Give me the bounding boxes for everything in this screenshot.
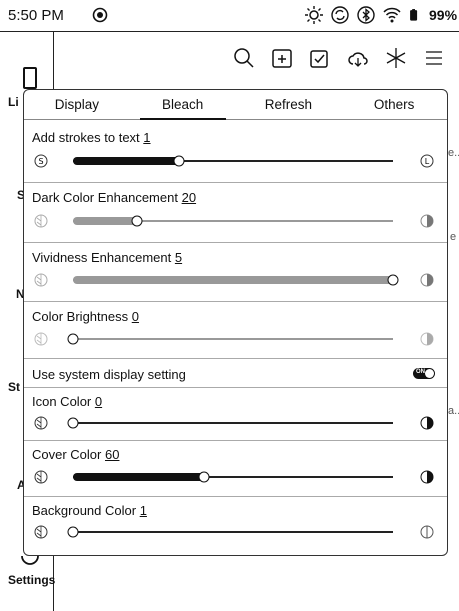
icon-color-high-icon: [420, 416, 434, 430]
vividness-slider-thumb[interactable]: [387, 274, 399, 286]
brightness-high-icon: [420, 332, 434, 346]
cover-color-row: Cover Color 60: [24, 441, 447, 497]
vividness-low-icon: [34, 273, 48, 287]
status-time: 5:50 PM: [8, 7, 64, 24]
background-color-label-text: Background Color: [32, 503, 137, 518]
icon-color-low-icon: [34, 416, 48, 430]
stroke-value: 1: [143, 130, 151, 145]
icon-color-label: Icon Color 0: [32, 394, 102, 409]
stroke-slider-thumb[interactable]: [173, 155, 185, 167]
cover-color-low-icon: [34, 470, 48, 484]
contrast-low-icon: [34, 214, 48, 228]
small-stroke-icon: S: [34, 154, 48, 168]
contrast-high-icon: [420, 214, 434, 228]
stroke-slider[interactable]: [73, 155, 393, 167]
bluetooth-icon[interactable]: [356, 5, 376, 25]
content-fragment-2: e: [450, 231, 457, 243]
vividness-label: Vividness Enhancement 5: [32, 250, 182, 265]
icon-color-value: 0: [94, 394, 103, 409]
content-fragment-3: a...: [448, 405, 459, 417]
tab-display[interactable]: Display: [24, 90, 130, 119]
stroke-label-text: Add strokes to text: [32, 130, 140, 145]
search-icon[interactable]: [233, 47, 255, 69]
background-color-row: Background Color 1: [24, 497, 447, 554]
battery-percent: 99%: [429, 7, 458, 23]
cloud-icon[interactable]: [347, 47, 369, 69]
stroke-slider-fill: [73, 157, 179, 165]
system-display-label: Use system display setting: [32, 367, 186, 382]
system-display-row: Use system display setting ON: [24, 359, 447, 388]
background-color-low-icon: [34, 525, 48, 539]
vividness-slider-fill: [73, 276, 393, 284]
dark-color-row: Dark Color Enhancement 20: [24, 183, 447, 243]
sync-icon[interactable]: [330, 5, 350, 25]
status-bar: 5:50 PM 99%: [0, 0, 459, 32]
icon-color-row: Icon Color 0: [24, 388, 447, 441]
display-settings-panel: Display Bleach Refresh Others Add stroke…: [23, 89, 448, 556]
icon-color-label-text: Icon Color: [32, 394, 92, 409]
brightness-low-icon: [34, 332, 48, 346]
large-stroke-letter: L: [425, 157, 430, 166]
vividness-value: 5: [174, 250, 183, 265]
vividness-row: Vividness Enhancement 5: [24, 243, 447, 302]
system-display-toggle[interactable]: ON: [413, 368, 435, 379]
background-color-high-icon: [420, 525, 434, 539]
tab-refresh[interactable]: Refresh: [236, 90, 342, 119]
cover-color-label: Cover Color 60: [32, 447, 119, 462]
background-color-label: Background Color 1: [32, 503, 147, 518]
cover-color-high-icon: [420, 470, 434, 484]
list-icon[interactable]: [423, 47, 445, 69]
dark-color-slider-fill: [73, 217, 137, 225]
brightness-row: Color Brightness 0: [24, 302, 447, 359]
background-color-slider[interactable]: [67, 526, 393, 538]
wifi-icon[interactable]: [382, 5, 402, 25]
icon-color-slider-thumb[interactable]: [67, 417, 79, 429]
background-color-slider-thumb[interactable]: [67, 526, 79, 538]
vividness-high-icon: [420, 273, 434, 287]
library-icon[interactable]: [23, 67, 37, 89]
brightness-slider[interactable]: [67, 333, 393, 345]
vividness-label-text: Vividness Enhancement: [32, 250, 172, 265]
icon-color-slider[interactable]: [67, 417, 393, 429]
toggle-knob: [425, 369, 434, 378]
tab-others[interactable]: Others: [341, 90, 447, 119]
dark-color-value: 20: [181, 190, 197, 205]
brightness-label-text: Color Brightness: [32, 309, 129, 324]
cover-color-label-text: Cover Color: [32, 447, 102, 462]
stroke-setting-row: Add strokes to text 1 S L: [24, 120, 447, 183]
content-fragment-1: e...: [448, 147, 459, 159]
dark-color-slider[interactable]: [73, 215, 393, 227]
panel-tabs: Display Bleach Refresh Others: [24, 90, 447, 120]
dark-color-slider-thumb[interactable]: [131, 215, 143, 227]
large-stroke-icon: L: [420, 154, 434, 168]
toggle-state-text: ON: [416, 369, 425, 375]
brightness-slider-thumb[interactable]: [67, 333, 79, 345]
brightness-label: Color Brightness 0: [32, 309, 139, 324]
sidebar-fragment-storage[interactable]: St: [8, 380, 20, 394]
sidebar-fragment-library[interactable]: Li: [8, 95, 19, 109]
dark-color-label: Dark Color Enhancement 20: [32, 190, 196, 205]
snowflake-icon[interactable]: [385, 47, 407, 69]
do-not-disturb-icon: [92, 7, 108, 23]
tab-bleach[interactable]: Bleach: [130, 90, 236, 120]
brightness-value: 0: [131, 309, 139, 324]
sidebar-settings-label[interactable]: Settings: [8, 573, 55, 587]
add-folder-icon[interactable]: [271, 47, 293, 69]
vividness-slider[interactable]: [73, 274, 399, 286]
app-toolbar: [233, 47, 445, 69]
small-stroke-letter: S: [38, 157, 43, 166]
cover-color-slider-thumb[interactable]: [198, 471, 210, 483]
cover-color-value: 60: [104, 447, 120, 462]
dark-color-label-text: Dark Color Enhancement: [32, 190, 178, 205]
cover-color-slider[interactable]: [73, 471, 393, 483]
stroke-label: Add strokes to text 1: [32, 130, 151, 145]
brightness-icon[interactable]: [304, 5, 324, 25]
cover-color-slider-fill: [73, 473, 205, 481]
background-color-value: 1: [139, 503, 147, 518]
checklist-icon[interactable]: [309, 47, 331, 69]
battery-icon: [410, 9, 418, 21]
